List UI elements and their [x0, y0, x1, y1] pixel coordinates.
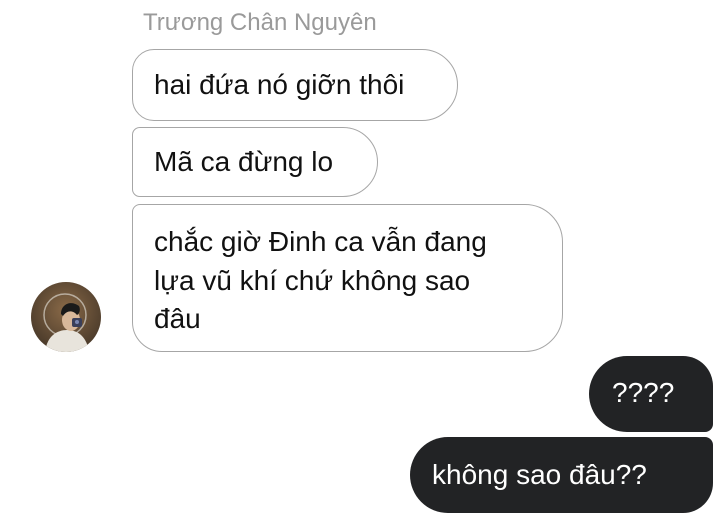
incoming-message-bubble[interactable]: Mã ca đừng lo: [132, 127, 378, 197]
outgoing-message-bubble[interactable]: ????: [589, 356, 713, 432]
outgoing-message-bubble[interactable]: không sao đâu??: [410, 437, 713, 513]
message-text-line: lựa vũ khí chứ không sao: [154, 264, 471, 296]
message-text: không sao đâu??: [432, 459, 647, 490]
message-text: hai đứa nó giỡn thôi: [154, 69, 405, 100]
message-text: ????: [612, 377, 675, 408]
message-text: Mã ca đừng lo: [154, 146, 334, 177]
incoming-message-bubble[interactable]: chắc giờ Đinh ca vẫn đang lựa vũ khí chứ…: [132, 204, 563, 352]
message-text-line: chắc giờ Đinh ca vẫn đang: [154, 226, 487, 257]
avatar-photo-icon: [31, 282, 101, 352]
sender-name: Trương Chân Nguyên: [143, 9, 377, 36]
message-text-line: đâu: [154, 303, 201, 334]
sender-avatar[interactable]: [31, 282, 101, 352]
incoming-message-bubble[interactable]: hai đứa nó giỡn thôi: [132, 49, 458, 121]
